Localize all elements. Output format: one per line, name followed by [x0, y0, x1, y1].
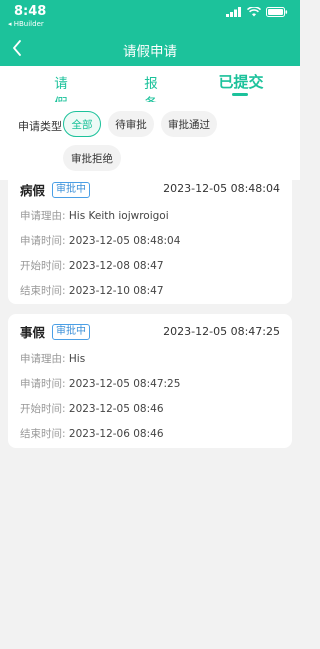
leave-record-card[interactable]: 病假 审批中 2023-12-05 08:48:04 申请理由: His Kei…: [8, 172, 292, 304]
end-time-value: 2023-12-10 08:47: [68, 285, 164, 297]
apply-time-row: 申请时间: 2023-12-05 08:48:04: [20, 233, 180, 248]
wifi-icon: [247, 7, 261, 17]
filter-chip-rejected[interactable]: 审批拒绝: [63, 145, 121, 171]
filter-chip-all[interactable]: 全部: [63, 111, 101, 137]
record-date: 2023-12-05 08:48:04: [163, 182, 280, 195]
reason-value: His Keith iojwroigoi: [68, 210, 169, 222]
reason-row: 申请理由: His: [20, 351, 85, 366]
start-time-row: 开始时间: 2023-12-05 08:46: [20, 401, 164, 416]
filter-chip-approved[interactable]: 审批通过: [161, 111, 217, 137]
end-time-value: 2023-12-06 08:46: [68, 428, 164, 440]
tab-submitted[interactable]: 已提交: [216, 71, 266, 92]
end-time-row: 结束时间: 2023-12-10 08:47: [20, 283, 164, 298]
card-header: 事假 审批中: [20, 322, 91, 341]
signal-icon: [226, 7, 242, 17]
status-badge: 审批中: [52, 181, 91, 198]
apply-time-value: 2023-12-05 08:47:25: [68, 378, 181, 390]
end-time-label: 结束时间:: [20, 428, 66, 440]
end-time-row: 结束时间: 2023-12-06 08:46: [20, 426, 164, 441]
leave-type: 病假: [20, 183, 46, 198]
apply-time-label: 申请时间:: [20, 378, 66, 390]
start-time-row: 开始时间: 2023-12-08 08:47: [20, 258, 164, 273]
status-time: 8:48: [14, 4, 47, 19]
status-back-to-app[interactable]: ◂ HBuilder: [8, 20, 44, 28]
start-time-value: 2023-12-05 08:46: [68, 403, 164, 415]
record-date: 2023-12-05 08:47:25: [163, 325, 280, 338]
card-header: 病假 审批中: [20, 180, 91, 199]
start-time-label: 开始时间:: [20, 403, 66, 415]
status-icons: [226, 7, 288, 17]
filter-chip-pending[interactable]: 待审批: [108, 111, 154, 137]
apply-time-value: 2023-12-05 08:48:04: [68, 235, 181, 247]
page-title: 请假申请: [123, 44, 177, 60]
app-header: 8:48 ◂ HBuilder 请假申请: [0, 0, 300, 66]
start-time-label: 开始时间:: [20, 260, 66, 272]
reason-label: 申请理由:: [20, 210, 66, 222]
apply-time-row: 申请时间: 2023-12-05 08:47:25: [20, 376, 180, 391]
leave-record-card[interactable]: 事假 审批中 2023-12-05 08:47:25 申请理由: His 申请时…: [8, 314, 292, 448]
active-tab-indicator: [232, 93, 248, 96]
tab-bar: 请假 报备 已提交: [0, 66, 300, 112]
start-time-value: 2023-12-08 08:47: [68, 260, 164, 272]
reason-row: 申请理由: His Keith iojwroigoi: [20, 208, 169, 223]
battery-icon: [266, 7, 288, 17]
reason-value: His: [68, 353, 86, 365]
end-time-label: 结束时间:: [20, 285, 66, 297]
reason-label: 申请理由:: [20, 353, 66, 365]
filter-panel: 申请类型 全部 待审批 审批通过 审批拒绝: [0, 102, 300, 180]
apply-time-label: 申请时间:: [20, 235, 66, 247]
filter-label: 申请类型: [18, 120, 62, 133]
status-badge: 审批中: [52, 323, 91, 340]
leave-type: 事假: [20, 325, 46, 340]
